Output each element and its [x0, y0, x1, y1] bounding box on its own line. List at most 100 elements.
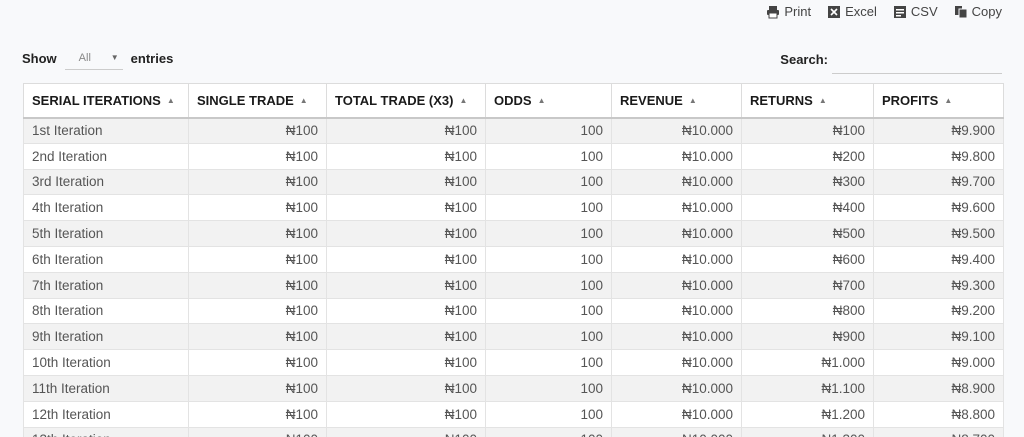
table-cell: ₦10.000 — [611, 349, 742, 376]
table-row: 11th Iteration ₦100 ₦100 100 ₦10.000 ₦1.100 ₦8… — [23, 374, 1004, 402]
table-row: 2nd Iteration ₦100 ₦100 100 ₦10.000 ₦200 ₦9.80… — [23, 142, 1004, 170]
table-cell: ₦800 — [741, 297, 874, 325]
column-header-label: RETURNS — [750, 92, 813, 108]
column-header-label: SERIAL ITERATIONS — [32, 92, 161, 108]
table-cell: ₦100 — [326, 194, 486, 222]
sort-asc-icon: ▲ — [459, 95, 468, 105]
table-cell: ₦10.000 — [611, 220, 742, 247]
table-cell: ₦9.600 — [873, 194, 1004, 222]
excel-button[interactable]: Excel — [827, 4, 877, 19]
table-cell: ₦600 — [741, 245, 874, 273]
table-cell: ₦100 — [326, 400, 486, 428]
table-cell: 100 — [485, 323, 612, 351]
printer-icon — [767, 5, 780, 18]
column-header[interactable]: SINGLE TRADE ▲ — [188, 83, 327, 119]
table-cell: 100 — [485, 374, 612, 402]
table-row: 10th Iteration ₦100 ₦100 100 ₦10.000 ₦1.000 ₦9… — [23, 349, 1004, 376]
column-header[interactable]: TOTAL TRADE (X3) ▲ — [326, 83, 486, 119]
entries-select-value: All — [78, 51, 91, 64]
table-cell: ₦100 — [188, 271, 327, 299]
table-row: 12th Iteration ₦100 ₦100 100 ₦10.000 ₦1.200 ₦8… — [23, 400, 1004, 428]
table-cell: ₦10.000 — [611, 400, 742, 428]
table-cell: ₦9.700 — [873, 168, 1004, 196]
table-row: 3rd Iteration ₦100 ₦100 100 ₦10.000 ₦300 ₦9.70… — [23, 168, 1004, 196]
column-header[interactable]: RETURNS ▲ — [741, 83, 874, 119]
table-cell: ₦10.000 — [611, 168, 742, 196]
table-cell: ₦100 — [188, 168, 327, 196]
table-cell: ₦100 — [188, 374, 327, 402]
table-cell: ₦100 — [188, 142, 327, 170]
table-cell: ₦9.200 — [873, 297, 1004, 325]
chevron-down-icon: ▼ — [110, 53, 119, 62]
column-header-label: ODDS — [494, 92, 532, 108]
entries-select[interactable]: All ▼ — [64, 46, 123, 70]
table-cell: 100 — [485, 349, 612, 376]
table-cell: 3rd Iteration — [23, 168, 189, 196]
table-row: 7th Iteration ₦100 ₦100 100 ₦10.000 ₦700 ₦9.30… — [23, 271, 1004, 299]
column-header-label: TOTAL TRADE (X3) — [335, 92, 454, 108]
table-cell: 4th Iteration — [23, 194, 189, 222]
sort-asc-icon: ▲ — [166, 95, 175, 105]
table-cell: ₦9.400 — [873, 245, 1004, 273]
table-cell: 10th Iteration — [23, 349, 189, 376]
table-header-row: SERIAL ITERATIONS ▲ SINGLE TRADE ▲ TOTAL TRA… — [23, 83, 1004, 119]
entries-length-control: Show All ▼ entries — [22, 46, 173, 70]
column-header-label: PROFITS — [882, 92, 939, 108]
table-cell: 6th Iteration — [23, 245, 189, 273]
table-cell: ₦400 — [741, 194, 874, 222]
table-cell: 11th Iteration — [23, 374, 189, 402]
table-cell: ₦100 — [326, 271, 486, 299]
search-input[interactable] — [832, 52, 1002, 74]
table-cell: 100 — [485, 168, 612, 196]
csv-button[interactable]: CSV — [893, 4, 938, 19]
show-label: Show — [22, 50, 57, 66]
column-header[interactable]: SERIAL ITERATIONS ▲ — [23, 83, 189, 119]
sort-asc-icon: ▲ — [818, 95, 827, 105]
iterations-table: SERIAL ITERATIONS ▲ SINGLE TRADE ▲ TOTAL TRA… — [23, 83, 1004, 437]
table-row: 9th Iteration ₦100 ₦100 100 ₦10.000 ₦900 ₦9.10… — [23, 323, 1004, 351]
table-cell: ₦100 — [188, 194, 327, 222]
copy-button[interactable]: Copy — [954, 4, 1002, 19]
column-header[interactable]: ODDS ▲ — [485, 83, 612, 119]
table-cell: ₦10.000 — [611, 194, 742, 222]
table-cell: ₦200 — [741, 142, 874, 170]
table-row: 8th Iteration ₦100 ₦100 100 ₦10.000 ₦800 ₦9.20… — [23, 297, 1004, 325]
print-button[interactable]: Print — [766, 4, 811, 19]
table-cell: 100 — [485, 220, 612, 247]
column-header[interactable]: REVENUE ▲ — [611, 83, 742, 119]
table-cell: ₦100 — [188, 297, 327, 325]
table-cell: ₦9.300 — [873, 271, 1004, 299]
excel-icon — [828, 5, 841, 18]
table-cell: 100 — [485, 400, 612, 428]
table-cell: ₦100 — [326, 245, 486, 273]
table-cell: ₦100 — [326, 374, 486, 402]
entries-label: entries — [130, 50, 174, 66]
table-cell: 100 — [485, 142, 612, 170]
table-cell: 5th Iteration — [23, 220, 189, 247]
table-cell: ₦10.000 — [611, 271, 742, 299]
table-cell: ₦100 — [326, 349, 486, 376]
table-cell: ₦100 — [188, 245, 327, 273]
table-cell: ₦100 — [188, 117, 327, 144]
table-cell: ₦100 — [326, 168, 486, 196]
table-cell: 100 — [485, 426, 612, 437]
table-cell: ₦100 — [188, 349, 327, 376]
table-cell: ₦100 — [326, 220, 486, 247]
table-cell: ₦1.100 — [741, 374, 874, 402]
table-cell: ₦100 — [188, 426, 327, 437]
table-cell: ₦10.000 — [611, 323, 742, 351]
table-row: 1st Iteration ₦100 ₦100 100 ₦10.000 ₦100 ₦9.90… — [23, 117, 1004, 144]
table-cell: ₦10.000 — [611, 245, 742, 273]
table-cell: ₦300 — [741, 168, 874, 196]
table-cell: ₦8.900 — [873, 374, 1004, 402]
column-header-label: SINGLE TRADE — [197, 92, 294, 108]
table-cell: ₦500 — [741, 220, 874, 247]
table-cell: ₦100 — [741, 117, 874, 144]
print-label: Print — [784, 4, 812, 19]
column-header[interactable]: PROFITS ▲ — [873, 83, 1004, 119]
table-cell: 100 — [485, 194, 612, 222]
table-cell: ₦700 — [741, 271, 874, 299]
sort-asc-icon: ▲ — [944, 95, 953, 105]
table-cell: ₦10.000 — [611, 142, 742, 170]
table-row: 13th Iteration₦100₦100100₦10.000₦1.300₦8… — [23, 426, 1004, 437]
